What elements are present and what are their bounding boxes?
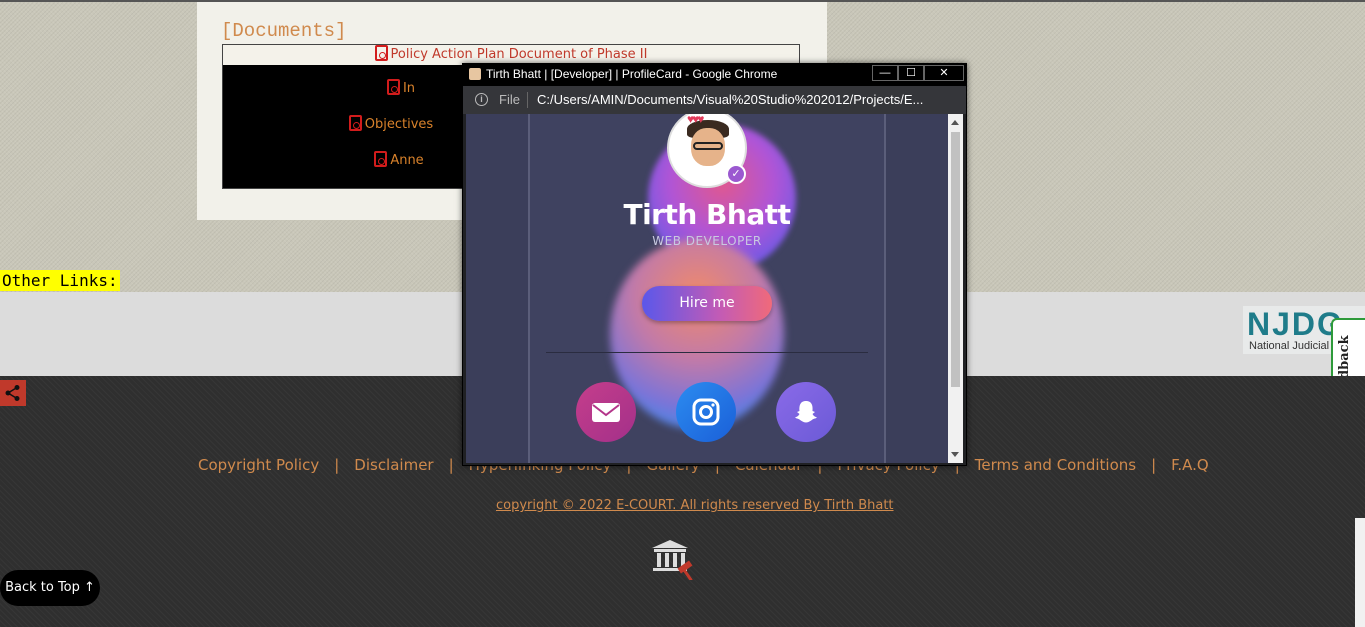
footer-link-copyright-policy[interactable]: Copyright Policy xyxy=(198,456,319,474)
info-icon[interactable]: i xyxy=(475,93,488,106)
hearts-icon: ♥♥♥ xyxy=(687,114,704,126)
scroll-thumb[interactable] xyxy=(951,132,960,387)
instagram-icon xyxy=(692,398,720,426)
share-icon xyxy=(5,385,20,401)
verified-badge-icon: ✓ xyxy=(726,164,746,184)
maximize-button[interactable]: ☐ xyxy=(898,65,924,81)
separator: | xyxy=(1151,456,1157,474)
popup-scrollbar[interactable] xyxy=(948,114,963,463)
footer-link-disclaimer[interactable]: Disclaimer xyxy=(354,456,433,474)
profile-name: Tirth Bhatt xyxy=(623,198,791,231)
pdf-icon xyxy=(348,115,362,131)
address-bar[interactable]: i File C:/Users/AMIN/Documents/Visual%20… xyxy=(463,86,966,114)
documents-title: [Documents] xyxy=(221,20,347,42)
window-titlebar[interactable]: Tirth Bhatt | [Developer] | ProfileCard … xyxy=(463,64,966,86)
mail-button[interactable] xyxy=(576,382,636,442)
window-title: Tirth Bhatt | [Developer] | ProfileCard … xyxy=(486,67,778,81)
court-gavel-logo xyxy=(652,538,702,585)
divider xyxy=(546,352,868,353)
footer-link-terms[interactable]: Terms and Conditions xyxy=(975,456,1136,474)
separator: | xyxy=(448,456,454,474)
instagram-button[interactable] xyxy=(676,382,736,442)
minimize-button[interactable]: — xyxy=(872,65,898,81)
profile-card: ♥♥♥ ✓ Tirth Bhatt WEB DEVELOPER Hire me xyxy=(528,114,886,463)
back-to-top-button[interactable]: Back to Top ↑ xyxy=(0,570,100,606)
pdf-icon xyxy=(374,151,388,167)
profile-role: WEB DEVELOPER xyxy=(652,234,762,248)
address-scheme: File xyxy=(499,92,520,107)
footer-link-faq[interactable]: F.A.Q xyxy=(1171,456,1209,474)
address-divider xyxy=(527,92,528,108)
scroll-down-icon[interactable] xyxy=(951,452,959,457)
pdf-icon xyxy=(374,45,388,61)
favicon-icon xyxy=(469,68,481,80)
separator: | xyxy=(334,456,340,474)
address-url[interactable]: C:/Users/AMIN/Documents/Visual%20Studio%… xyxy=(537,92,952,107)
hire-me-button[interactable]: Hire me xyxy=(642,286,772,321)
close-button[interactable]: ✕ xyxy=(924,65,964,81)
copyright-link[interactable]: copyright © 2022 E-COURT. All rights res… xyxy=(496,498,894,513)
other-links-heading: Other Links: xyxy=(0,270,120,291)
snapchat-icon xyxy=(795,401,817,423)
snapchat-button[interactable] xyxy=(776,382,836,442)
scroll-up-icon[interactable] xyxy=(951,120,959,125)
profile-card-popup-window: Tirth Bhatt | [Developer] | ProfileCard … xyxy=(462,63,967,466)
page-scrollbar[interactable] xyxy=(1355,518,1365,627)
mail-icon xyxy=(592,403,620,422)
page-content: ♥♥♥ ✓ Tirth Bhatt WEB DEVELOPER Hire me xyxy=(466,114,948,463)
pdf-icon xyxy=(386,79,400,95)
share-button[interactable] xyxy=(0,380,26,406)
